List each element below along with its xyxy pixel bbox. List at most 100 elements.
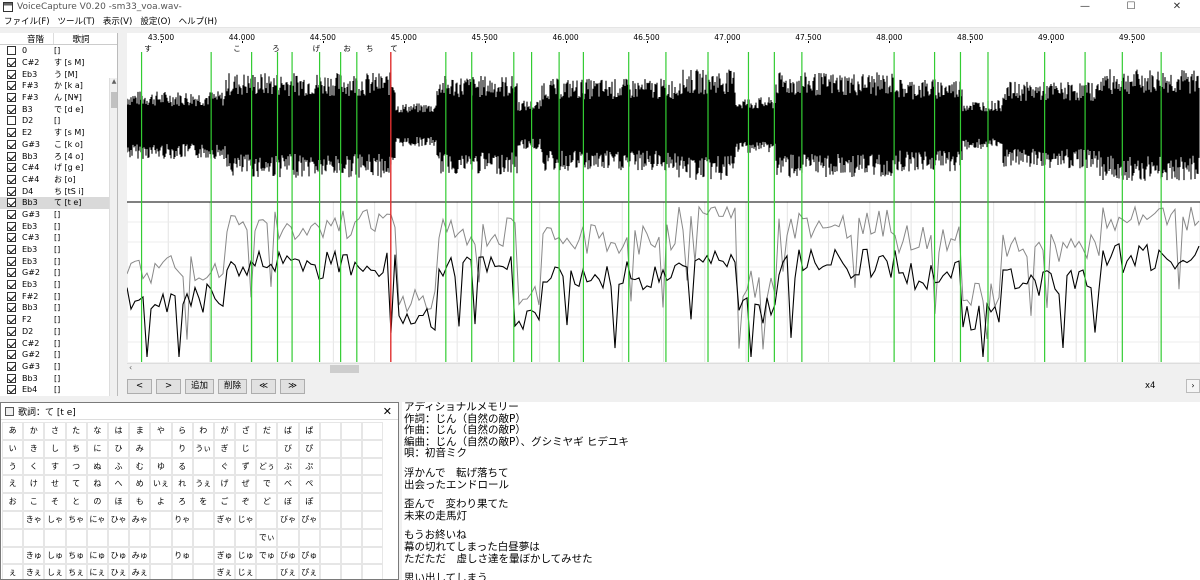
row-checkbox[interactable]	[7, 81, 16, 91]
kana-key[interactable]	[277, 528, 299, 547]
kana-key[interactable]: ぎぇ	[213, 564, 236, 579]
kana-key[interactable]: ひぇ	[107, 564, 130, 579]
kana-key[interactable]	[362, 528, 384, 547]
kana-key[interactable]: で	[256, 475, 278, 494]
kana-key[interactable]: に	[86, 439, 108, 458]
close-icon[interactable]: ✕	[1154, 0, 1200, 14]
kana-key[interactable]: ぺ	[298, 475, 320, 494]
kana-key[interactable]	[341, 546, 363, 565]
menu-tools[interactable]: ツール(T)	[58, 15, 95, 27]
kana-key[interactable]: どぅ	[256, 457, 278, 476]
kana-key[interactable]	[235, 528, 257, 547]
kana-key[interactable]	[86, 528, 108, 547]
kana-key[interactable]: よ	[150, 493, 172, 511]
kana-key[interactable]	[362, 457, 384, 476]
menu-file[interactable]: ファイル(F)	[4, 15, 50, 27]
kana-key[interactable]: ちゃ	[65, 510, 87, 529]
kana-key[interactable]: ひ	[107, 439, 130, 458]
kana-key[interactable]	[319, 510, 341, 529]
kana-key[interactable]	[192, 546, 214, 565]
kana-key[interactable]: る	[171, 457, 193, 476]
row-checkbox[interactable]	[7, 128, 16, 138]
kana-key[interactable]: の	[86, 493, 108, 511]
lyrics-text-area[interactable]: アディショナルメモリー 作詞：じん（自然の敵P） 作曲：じん（自然の敵P） 編曲：じん…	[402, 402, 1200, 580]
header-pitch[interactable]: 音階	[18, 33, 54, 45]
kana-key[interactable]	[341, 510, 363, 529]
kana-key[interactable]: りゃ	[171, 510, 193, 529]
kana-key[interactable]	[150, 439, 172, 458]
kana-key[interactable]	[319, 546, 341, 565]
rewind-button[interactable]: ≪	[251, 379, 277, 394]
kana-key[interactable]: わ	[192, 422, 214, 440]
kana-key[interactable]	[319, 493, 341, 511]
row-checkbox[interactable]	[7, 198, 16, 208]
kana-key[interactable]: す	[44, 457, 66, 476]
delete-button[interactable]: 削除	[218, 379, 248, 394]
kana-key[interactable]	[192, 510, 214, 529]
kana-key[interactable]	[298, 528, 320, 547]
kana-key[interactable]: しぇ	[44, 564, 66, 579]
list-row[interactable]: 0 []	[0, 45, 117, 57]
list-row[interactable]: Eb3 []	[0, 279, 117, 291]
kana-key[interactable]	[341, 564, 363, 579]
maximize-icon[interactable]: ☐	[1108, 0, 1154, 14]
kana-key[interactable]	[150, 564, 172, 579]
row-checkbox[interactable]	[7, 221, 16, 231]
row-checkbox[interactable]	[7, 174, 16, 184]
kana-key[interactable]	[341, 439, 363, 458]
kana-key[interactable]: ぴ	[298, 439, 320, 458]
list-scroll-thumb[interactable]	[111, 92, 117, 108]
kana-key[interactable]	[2, 546, 24, 565]
kana-key[interactable]: ひゅ	[107, 546, 130, 565]
kana-key[interactable]: ず	[235, 457, 257, 476]
kana-key[interactable]: ぴぇ	[298, 564, 320, 579]
list-row[interactable]: Eb3 う [M]	[0, 68, 117, 80]
kana-key[interactable]	[319, 422, 341, 440]
kana-key[interactable]: ぱ	[298, 422, 320, 440]
kana-key[interactable]: きぇ	[23, 564, 45, 579]
kana-key[interactable]: ぎ	[213, 439, 236, 458]
list-row[interactable]: F#2 []	[0, 290, 117, 302]
row-checkbox[interactable]	[7, 69, 16, 79]
row-checkbox[interactable]	[7, 361, 16, 371]
kana-key[interactable]: きゃ	[23, 510, 45, 529]
kana-key[interactable]: や	[150, 422, 172, 440]
kana-key[interactable]	[150, 528, 172, 547]
list-row[interactable]: C#4 お [o]	[0, 174, 117, 186]
kana-key[interactable]	[129, 528, 151, 547]
waveform-and-pitch-view[interactable]	[127, 52, 1200, 362]
kana-key[interactable]: そ	[44, 493, 66, 511]
prev-button[interactable]: <	[127, 379, 152, 394]
timeline-scroll-thumb[interactable]	[330, 365, 359, 373]
row-checkbox[interactable]	[7, 104, 16, 114]
kana-key[interactable]: ちゅ	[65, 546, 87, 565]
forward-button[interactable]: ≫	[280, 379, 306, 394]
row-checkbox[interactable]	[7, 245, 16, 255]
list-row[interactable]: F#3 か [k a]	[0, 80, 117, 92]
kana-key[interactable]: た	[65, 422, 87, 440]
kana-key[interactable]: びゅ	[277, 546, 299, 565]
kana-key[interactable]: へ	[107, 475, 130, 494]
kana-key[interactable]: しゅ	[44, 546, 66, 565]
list-row[interactable]: Eb4 []	[0, 384, 117, 396]
list-row[interactable]: E2 す [s M]	[0, 127, 117, 139]
kana-key[interactable]: ぷ	[298, 457, 320, 476]
row-checkbox[interactable]	[7, 373, 16, 383]
list-row[interactable]: Eb3 []	[0, 255, 117, 267]
kana-key[interactable]: ど	[256, 493, 278, 511]
list-row[interactable]: Bb3 []	[0, 372, 117, 384]
list-row[interactable]: Bb3 ろ [4 o]	[0, 150, 117, 162]
list-row[interactable]: B3 で [d e]	[0, 103, 117, 115]
minimize-icon[interactable]: —	[1062, 0, 1108, 14]
kana-key[interactable]	[362, 493, 384, 511]
header-lyric[interactable]: 歌詞	[54, 33, 108, 45]
row-checkbox[interactable]	[7, 46, 16, 56]
row-checkbox[interactable]	[7, 385, 16, 395]
kana-panel-close-icon[interactable]: ✕	[383, 405, 392, 418]
kana-key[interactable]: みぇ	[129, 564, 151, 579]
zoom-scroll-icon[interactable]: ›	[1186, 379, 1200, 393]
list-row[interactable]: F2 []	[0, 314, 117, 326]
row-checkbox[interactable]	[7, 315, 16, 325]
kana-key[interactable]: さ	[44, 422, 66, 440]
kana-key[interactable]: と	[65, 493, 87, 511]
